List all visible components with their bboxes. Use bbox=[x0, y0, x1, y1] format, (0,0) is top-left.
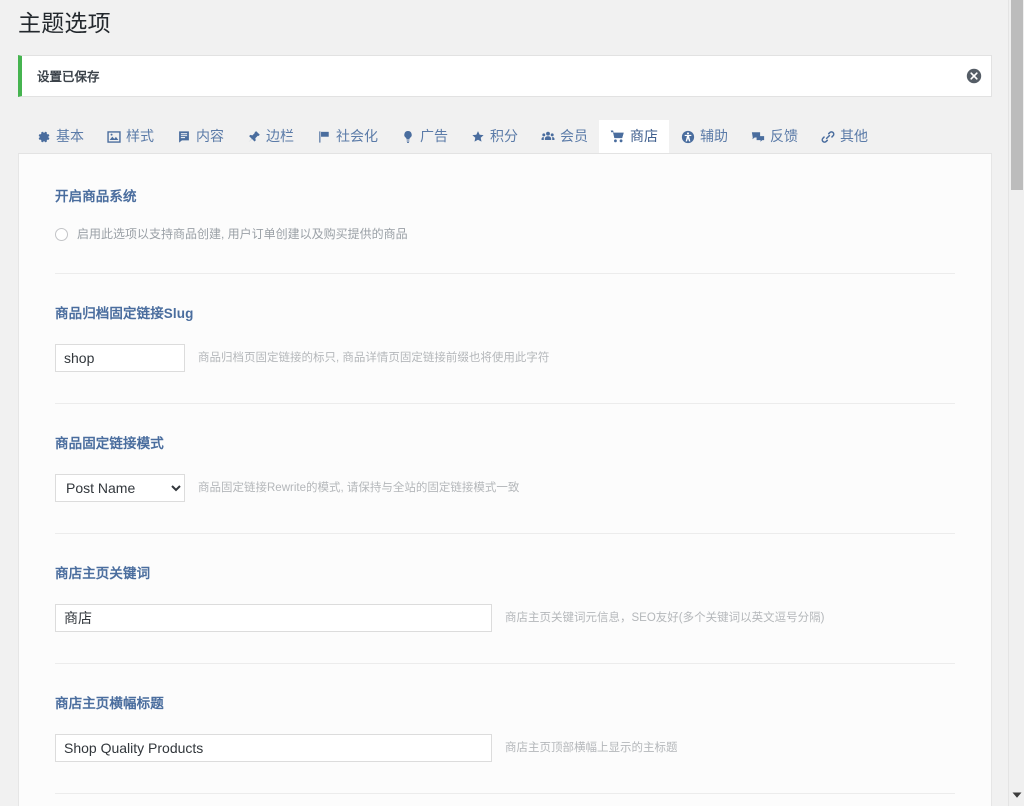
tab-label: 内容 bbox=[196, 128, 224, 144]
cart-icon bbox=[610, 129, 625, 144]
enable-shop-label: 启用此选项以支持商品创建, 用户订单创建以及购买提供的商品 bbox=[77, 227, 408, 241]
shop-banner-title-input[interactable] bbox=[55, 734, 492, 762]
archive-slug-hint: 商品归档页固定链接的标只, 商品详情页固定链接前缀也将使用此字符 bbox=[198, 352, 550, 364]
tab-style[interactable]: 样式 bbox=[95, 120, 165, 153]
image-icon bbox=[106, 129, 121, 144]
tab-label: 会员 bbox=[560, 128, 588, 144]
section-title: 商店主页横幅标题 bbox=[55, 696, 164, 711]
theme-options-tabs: 基本 样式 内容 边栏 社会化 广告 积分 会员 商店 辅助 反馈 其他 bbox=[18, 120, 992, 153]
flag-icon bbox=[316, 129, 331, 144]
section-title: 开启商品系统 bbox=[55, 189, 137, 204]
section-divider bbox=[55, 273, 955, 274]
document-icon bbox=[176, 129, 191, 144]
shop-keywords-hint: 商店主页关键词元信息，SEO友好(多个关键词以英文逗号分隔) bbox=[505, 612, 825, 624]
link-icon bbox=[820, 129, 835, 144]
archive-slug-input[interactable] bbox=[55, 344, 185, 372]
section-archive-slug: 商品归档固定链接Slug 商品归档页固定链接的标只, 商品详情页固定链接前缀也将… bbox=[55, 305, 955, 372]
notice-message: 设置已保存 bbox=[37, 70, 100, 84]
browser-viewport: 主题选项 设置已保存 基本 样式 内容 边栏 社会化 广告 积分 会员 商店 辅… bbox=[0, 0, 1024, 806]
tab-label: 辅助 bbox=[700, 128, 728, 144]
section-shop-banner-title: 商店主页横幅标题 商店主页顶部横幅上显示的主标题 bbox=[55, 695, 955, 762]
tab-other[interactable]: 其他 bbox=[809, 120, 879, 153]
section-title: 商店主页关键词 bbox=[55, 566, 151, 581]
tab-members[interactable]: 会员 bbox=[529, 120, 599, 153]
shop-keywords-input[interactable] bbox=[55, 604, 492, 632]
page-scrollbar[interactable] bbox=[1008, 0, 1024, 806]
page-title: 主题选项 bbox=[18, 10, 111, 36]
gear-icon bbox=[36, 129, 51, 144]
enable-shop-radio[interactable] bbox=[55, 227, 68, 241]
section-divider bbox=[55, 663, 955, 664]
permalink-mode-hint: 商品固定链接Rewrite的模式, 请保持与全站的固定链接模式一致 bbox=[198, 482, 520, 494]
tab-points[interactable]: 积分 bbox=[459, 120, 529, 153]
section-divider bbox=[55, 533, 955, 534]
tab-feedback[interactable]: 反馈 bbox=[739, 120, 809, 153]
section-divider bbox=[55, 793, 955, 794]
tab-label: 积分 bbox=[490, 128, 518, 144]
tab-label: 其他 bbox=[840, 128, 868, 144]
section-enable-shop: 开启商品系统 启用此选项以支持商品创建, 用户订单创建以及购买提供的商品 bbox=[55, 188, 955, 242]
lightbulb-icon bbox=[400, 129, 415, 144]
tab-label: 边栏 bbox=[266, 128, 294, 144]
tab-label: 样式 bbox=[126, 128, 154, 144]
settings-card: 开启商品系统 启用此选项以支持商品创建, 用户订单创建以及购买提供的商品 商品归… bbox=[18, 153, 992, 806]
chevron-down-icon[interactable] bbox=[1012, 791, 1022, 799]
section-shop-keywords: 商店主页关键词 商店主页关键词元信息，SEO友好(多个关键词以英文逗号分隔) bbox=[55, 565, 955, 632]
section-title: 商品归档固定链接Slug bbox=[55, 306, 194, 321]
permalink-mode-select[interactable]: Post Name bbox=[55, 474, 185, 502]
tab-label: 反馈 bbox=[770, 128, 798, 144]
enable-shop-option[interactable]: 启用此选项以支持商品创建, 用户订单创建以及购买提供的商品 bbox=[55, 226, 955, 242]
tab-sidebar[interactable]: 边栏 bbox=[235, 120, 305, 153]
tab-label: 广告 bbox=[420, 128, 448, 144]
tab-label: 社会化 bbox=[336, 128, 378, 144]
users-icon bbox=[540, 129, 555, 144]
section-title: 商品固定链接模式 bbox=[55, 436, 164, 451]
pin-icon bbox=[246, 129, 261, 144]
tab-accessibility[interactable]: 辅助 bbox=[669, 120, 739, 153]
section-permalink-mode: 商品固定链接模式 Post Name 商品固定链接Rewrite的模式, 请保持… bbox=[55, 435, 955, 502]
shop-banner-title-hint: 商店主页顶部横幅上显示的主标题 bbox=[505, 742, 678, 754]
scrollbar-thumb[interactable] bbox=[1011, 0, 1023, 190]
tab-social[interactable]: 社会化 bbox=[305, 120, 389, 153]
star-icon bbox=[470, 129, 485, 144]
tab-label: 基本 bbox=[56, 128, 84, 144]
tab-basic[interactable]: 基本 bbox=[25, 120, 95, 153]
theme-options-page: 主题选项 设置已保存 基本 样式 内容 边栏 社会化 广告 积分 会员 商店 辅… bbox=[0, 0, 1008, 806]
settings-saved-notice: 设置已保存 bbox=[18, 55, 992, 97]
tab-ads[interactable]: 广告 bbox=[389, 120, 459, 153]
section-divider bbox=[55, 403, 955, 404]
tab-shop[interactable]: 商店 bbox=[599, 120, 669, 153]
accessibility-icon bbox=[680, 129, 695, 144]
close-circle-icon[interactable] bbox=[966, 68, 982, 84]
comments-icon bbox=[750, 129, 765, 144]
tab-content[interactable]: 内容 bbox=[165, 120, 235, 153]
tab-label: 商店 bbox=[630, 128, 658, 144]
